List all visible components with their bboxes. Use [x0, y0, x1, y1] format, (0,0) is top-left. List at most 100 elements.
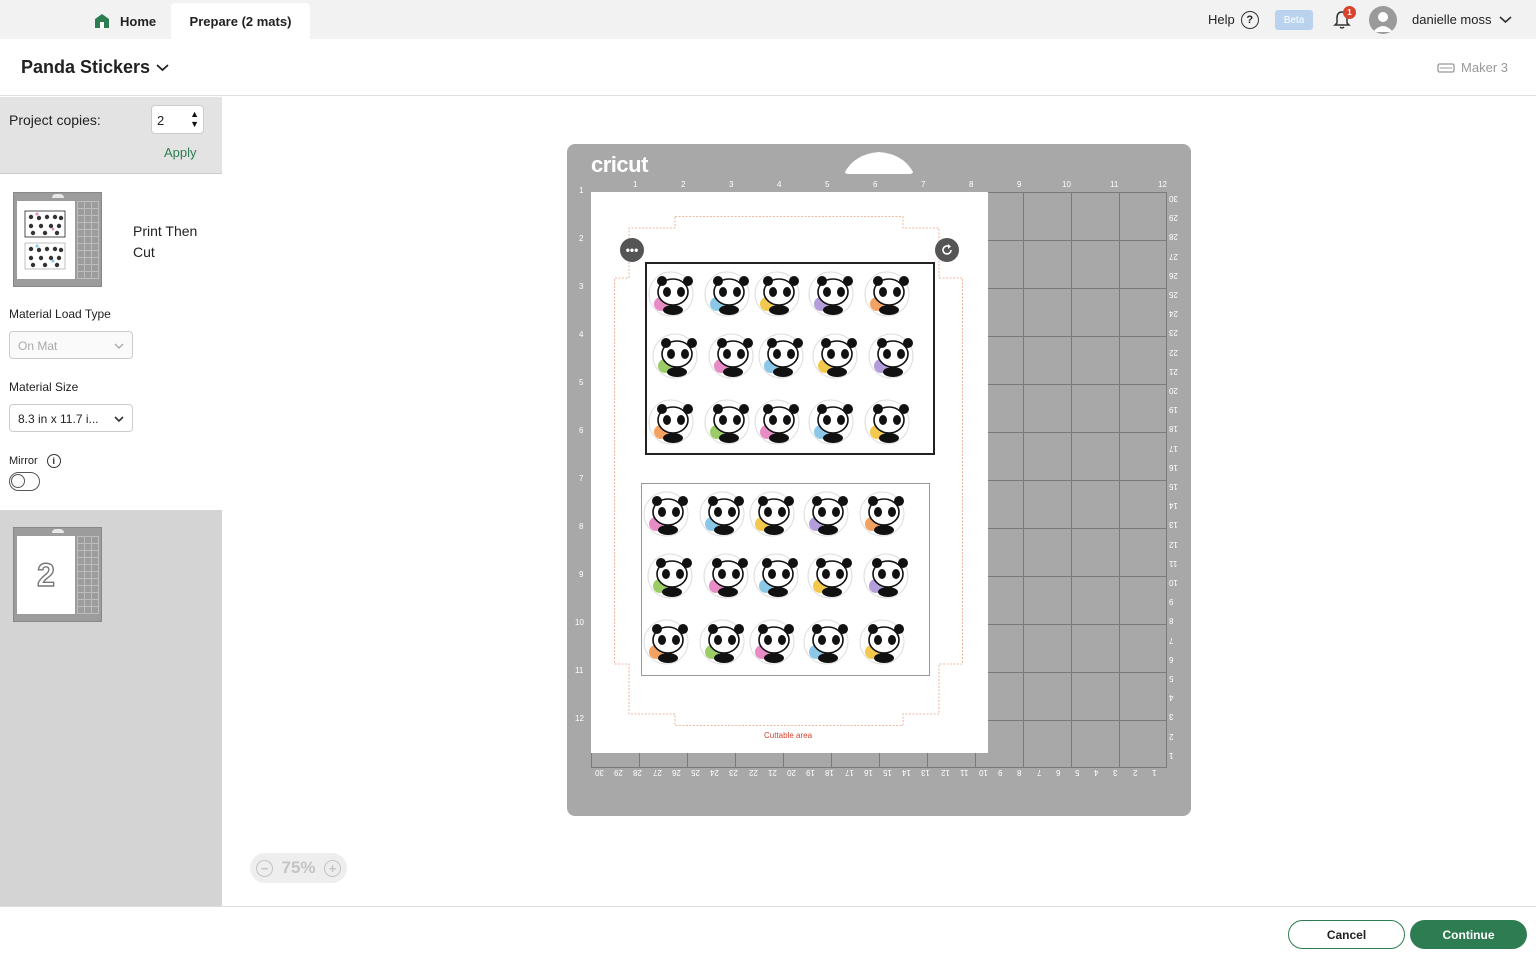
tab-prepare[interactable]: Prepare (2 mats) [171, 3, 310, 39]
home-icon [95, 14, 109, 28]
ruler-number: 24 [1169, 309, 1178, 319]
ruler-number: 2 [681, 180, 686, 189]
ruler-number: 18 [1169, 424, 1178, 434]
machine-selector[interactable]: Maker 3 [1437, 60, 1508, 75]
chevron-down-icon [114, 416, 124, 423]
ruler-number: 23 [729, 768, 739, 777]
ruler-number: 5 [579, 378, 584, 387]
tab-prepare-label: Prepare (2 mats) [189, 13, 292, 29]
cuttable-area-label: Cuttable area [764, 731, 813, 740]
ruler-number: 9 [579, 570, 584, 579]
ruler-number: 19 [806, 768, 816, 777]
panda-sticker [808, 399, 854, 445]
panda-sticker [864, 271, 910, 317]
ruler-number: 14 [902, 768, 912, 777]
panda-sticker [699, 619, 745, 665]
ruler-number: 1 [579, 186, 584, 195]
footer-bar: Cancel Continue [0, 906, 1536, 960]
mat-1-sheet [17, 201, 75, 279]
avatar[interactable] [1369, 6, 1397, 34]
ruler-number: 9 [998, 768, 1003, 777]
mirror-row: Mirror i [9, 454, 61, 468]
project-title-dropdown[interactable]: Panda Stickers [21, 57, 169, 78]
panda-sticker [749, 491, 795, 537]
ruler-number: 7 [921, 180, 926, 189]
chevron-down-icon[interactable] [1499, 13, 1512, 26]
copies-stepper[interactable]: 2 ▲ ▼ [151, 105, 204, 134]
panda-sticker [808, 271, 854, 317]
ruler-number: 11 [1169, 558, 1178, 568]
ruler-number: 20 [787, 768, 796, 777]
apply-button[interactable]: Apply [164, 145, 197, 160]
ruler-number: 21 [1169, 366, 1178, 376]
ruler-number: 22 [1169, 347, 1178, 357]
ruler-number: 6 [873, 180, 878, 189]
panda-sticker [754, 399, 800, 445]
ruler-number: 17 [844, 768, 854, 777]
continue-button[interactable]: Continue [1410, 920, 1527, 949]
ruler-number: 7 [1036, 768, 1042, 777]
material-load-select[interactable]: On Mat [9, 331, 133, 359]
mat-1-thumbnail[interactable] [13, 192, 102, 287]
ruler-number: 6 [1169, 654, 1174, 664]
panda-sticker [749, 619, 795, 665]
panda-sticker [758, 333, 804, 379]
ruler-number: 13 [921, 768, 931, 777]
mat-2-thumbnail[interactable]: 2 [13, 527, 102, 622]
ruler-number: 12 [940, 768, 950, 777]
panda-sticker [704, 399, 750, 445]
mat-2-number: 2 [17, 536, 75, 614]
copies-value: 2 [157, 113, 165, 128]
ruler-number: 8 [969, 180, 974, 189]
more-options-button[interactable]: ••• [620, 238, 644, 262]
zoom-out-icon[interactable]: − [256, 859, 273, 877]
printable-sheet: Cuttable area ••• [591, 192, 988, 753]
ruler-number: 10 [1169, 578, 1178, 587]
mat-2-grid [77, 536, 99, 614]
info-icon[interactable]: i [46, 454, 61, 468]
ruler-number: 25 [691, 768, 700, 777]
rotate-button[interactable] [935, 238, 959, 262]
ruler-number: 12 [1169, 539, 1178, 549]
ruler-number: 18 [825, 768, 835, 777]
panda-sticker [648, 271, 694, 317]
ruler-number: 3 [729, 180, 734, 189]
chevron-down-icon [114, 343, 124, 349]
cancel-button[interactable]: Cancel [1288, 920, 1405, 949]
ruler-number: 28 [633, 768, 643, 777]
ruler-number: 16 [1169, 462, 1178, 472]
mat-notch [52, 194, 64, 198]
zoom-in-icon[interactable]: + [324, 859, 341, 877]
ruler-number: 1 [633, 180, 638, 189]
help-button[interactable]: Help ? [1208, 0, 1259, 39]
help-label: Help [1208, 12, 1235, 27]
panda-sticker [703, 553, 749, 599]
sticker-sheet[interactable] [641, 483, 930, 676]
ruler-number: 4 [579, 330, 584, 339]
sticker-sheet-selected[interactable] [645, 262, 935, 455]
ruler-number: 10 [1062, 180, 1071, 189]
material-size-label: Material Size [9, 380, 79, 394]
ruler-number: 27 [652, 768, 662, 777]
ruler-number: 1 [1169, 750, 1174, 760]
ruler-number: 1 [1151, 768, 1157, 777]
panda-sticker [859, 619, 905, 665]
project-copies-section: Project copies: 2 ▲ ▼ Apply [0, 97, 222, 173]
zoom-level: 75% [281, 858, 316, 877]
ruler-number: 20 [1169, 386, 1178, 395]
panda-sticker [754, 271, 800, 317]
mat-1-section: Print Then Cut Material Load Type On Mat… [0, 173, 222, 510]
panda-sticker [863, 553, 909, 599]
mirror-toggle[interactable] [9, 472, 40, 491]
stepper-arrows[interactable]: ▲ ▼ [190, 109, 199, 129]
ruler-number: 19 [1169, 405, 1178, 415]
user-name[interactable]: danielle moss [1412, 0, 1492, 39]
cutting-mat: cricut Cuttable area ••• 12345678 9 10 1… [567, 144, 1191, 816]
mat-canvas: cricut Cuttable area ••• 12345678 9 10 1… [222, 97, 1536, 906]
material-size-select[interactable]: 8.3 in x 11.7 i... [9, 404, 133, 432]
machine-icon [1437, 62, 1455, 73]
notification-badge: 1 [1343, 6, 1356, 19]
ruler-number: 13 [1169, 520, 1178, 530]
tab-home[interactable]: Home [94, 3, 170, 39]
ruler-number: 8 [1169, 616, 1174, 626]
